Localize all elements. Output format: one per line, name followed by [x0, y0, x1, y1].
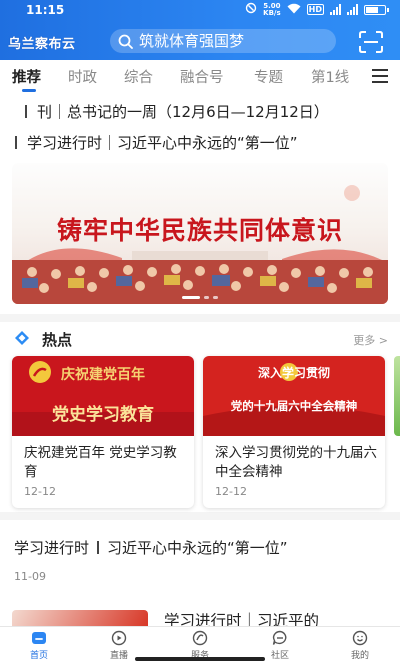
status-bar: 11:15 5.00 KB/s HD	[0, 0, 400, 22]
search-input[interactable]	[139, 32, 329, 50]
dnd-icon	[245, 2, 257, 17]
system-indicators: 5.00 KB/s HD	[245, 1, 389, 17]
tab-topics[interactable]: 专题	[254, 66, 283, 87]
channel-tabs: 推荐 时政 综合 融合号 专题 第1线	[0, 60, 400, 92]
ticker-item[interactable]: 刊｜总书记的一周（12月6日—12月12日）	[25, 101, 329, 122]
hd-badge: HD	[306, 4, 324, 15]
live-icon	[111, 630, 127, 646]
signal-icon	[330, 4, 341, 15]
card-image-text: 庆祝建党百年	[61, 367, 145, 383]
gesture-bar[interactable]	[135, 657, 265, 661]
section-title: 热点	[42, 331, 73, 349]
article-date: 11-09	[14, 570, 46, 583]
nav-home[interactable]: 首页	[9, 630, 69, 661]
hot-section: 热点 更多 > 庆祝建党百年 党史学习教育 庆祝建党百年 党史学习教育 12-1…	[0, 322, 400, 512]
service-icon	[192, 630, 208, 646]
card-title: 庆祝建党百年 党史学习教育	[24, 445, 177, 480]
banner-carousel[interactable]: 铸牢中华民族共同体意识	[12, 163, 388, 304]
card-image: 庆祝建党百年 党史学习教育	[12, 356, 194, 436]
next-card-peek[interactable]	[394, 356, 400, 436]
nav-profile[interactable]: 我的	[330, 630, 390, 661]
article-title: 学习进行时 习近平心中永远的“第一位”	[14, 539, 288, 557]
card-image-text: 党史学习教育	[52, 405, 154, 425]
article-title: 学习进行时｜习近平的	[164, 612, 320, 626]
hot-card[interactable]: 深入学习贯彻 党的十九届六中全会精神 深入学习贯彻党的十九届六中全会精神 12-…	[203, 356, 385, 508]
battery-icon	[364, 4, 389, 15]
card-date: 12-12	[24, 485, 56, 498]
card-image-text: 深入学习贯彻	[257, 366, 330, 380]
network-speed: 5.00 KB/s	[263, 1, 281, 17]
article-thumbnail	[12, 610, 148, 626]
signal-icon-2	[347, 4, 358, 15]
article-item[interactable]: 学习进行时 习近平心中永远的“第一位” 11-09	[0, 520, 400, 596]
wifi-icon	[287, 3, 301, 17]
more-link[interactable]: 更多 >	[353, 332, 388, 348]
channel-menu-button[interactable]	[358, 60, 400, 92]
ticker-item[interactable]: 学习进行时｜习近平心中永远的“第一位”	[15, 132, 298, 153]
headline-ticker: 刊｜总书记的一周（12月6日—12月12日） 学习进行时｜习近平心中永远的“第一…	[0, 92, 400, 156]
tab-media-accounts[interactable]: 融合号	[180, 66, 224, 87]
search-icon	[118, 34, 133, 49]
tab-politics[interactable]: 时政	[68, 66, 97, 87]
article-item[interactable]: 学习进行时｜习近平的	[0, 596, 400, 626]
carousel-indicator	[12, 296, 388, 299]
card-title: 深入学习贯彻党的十九届六中全会精神	[215, 445, 377, 480]
card-image-text: 党的十九届六中全会精神	[230, 399, 358, 413]
app-logo[interactable]: 乌兰察布云	[8, 33, 76, 52]
profile-icon	[352, 630, 368, 646]
card-date: 12-12	[215, 485, 247, 498]
banner-section: 铸牢中华民族共同体意识	[0, 156, 400, 314]
app-header: 11:15 5.00 KB/s HD 乌兰察布云	[0, 0, 400, 60]
banner-title: 铸牢中华民族共同体意识	[56, 216, 343, 245]
scan-icon[interactable]	[358, 30, 384, 54]
community-icon	[272, 630, 287, 645]
hot-icon	[15, 331, 29, 345]
card-image: 深入学习贯彻 党的十九届六中全会精神	[203, 356, 385, 436]
search-bar[interactable]	[110, 29, 336, 53]
tab-recommend[interactable]: 推荐	[12, 66, 41, 87]
tab-general[interactable]: 综合	[124, 66, 153, 87]
status-time: 11:15	[26, 3, 65, 17]
home-icon	[32, 632, 46, 644]
hot-card[interactable]: 庆祝建党百年 党史学习教育 庆祝建党百年 党史学习教育 12-12	[12, 356, 194, 508]
